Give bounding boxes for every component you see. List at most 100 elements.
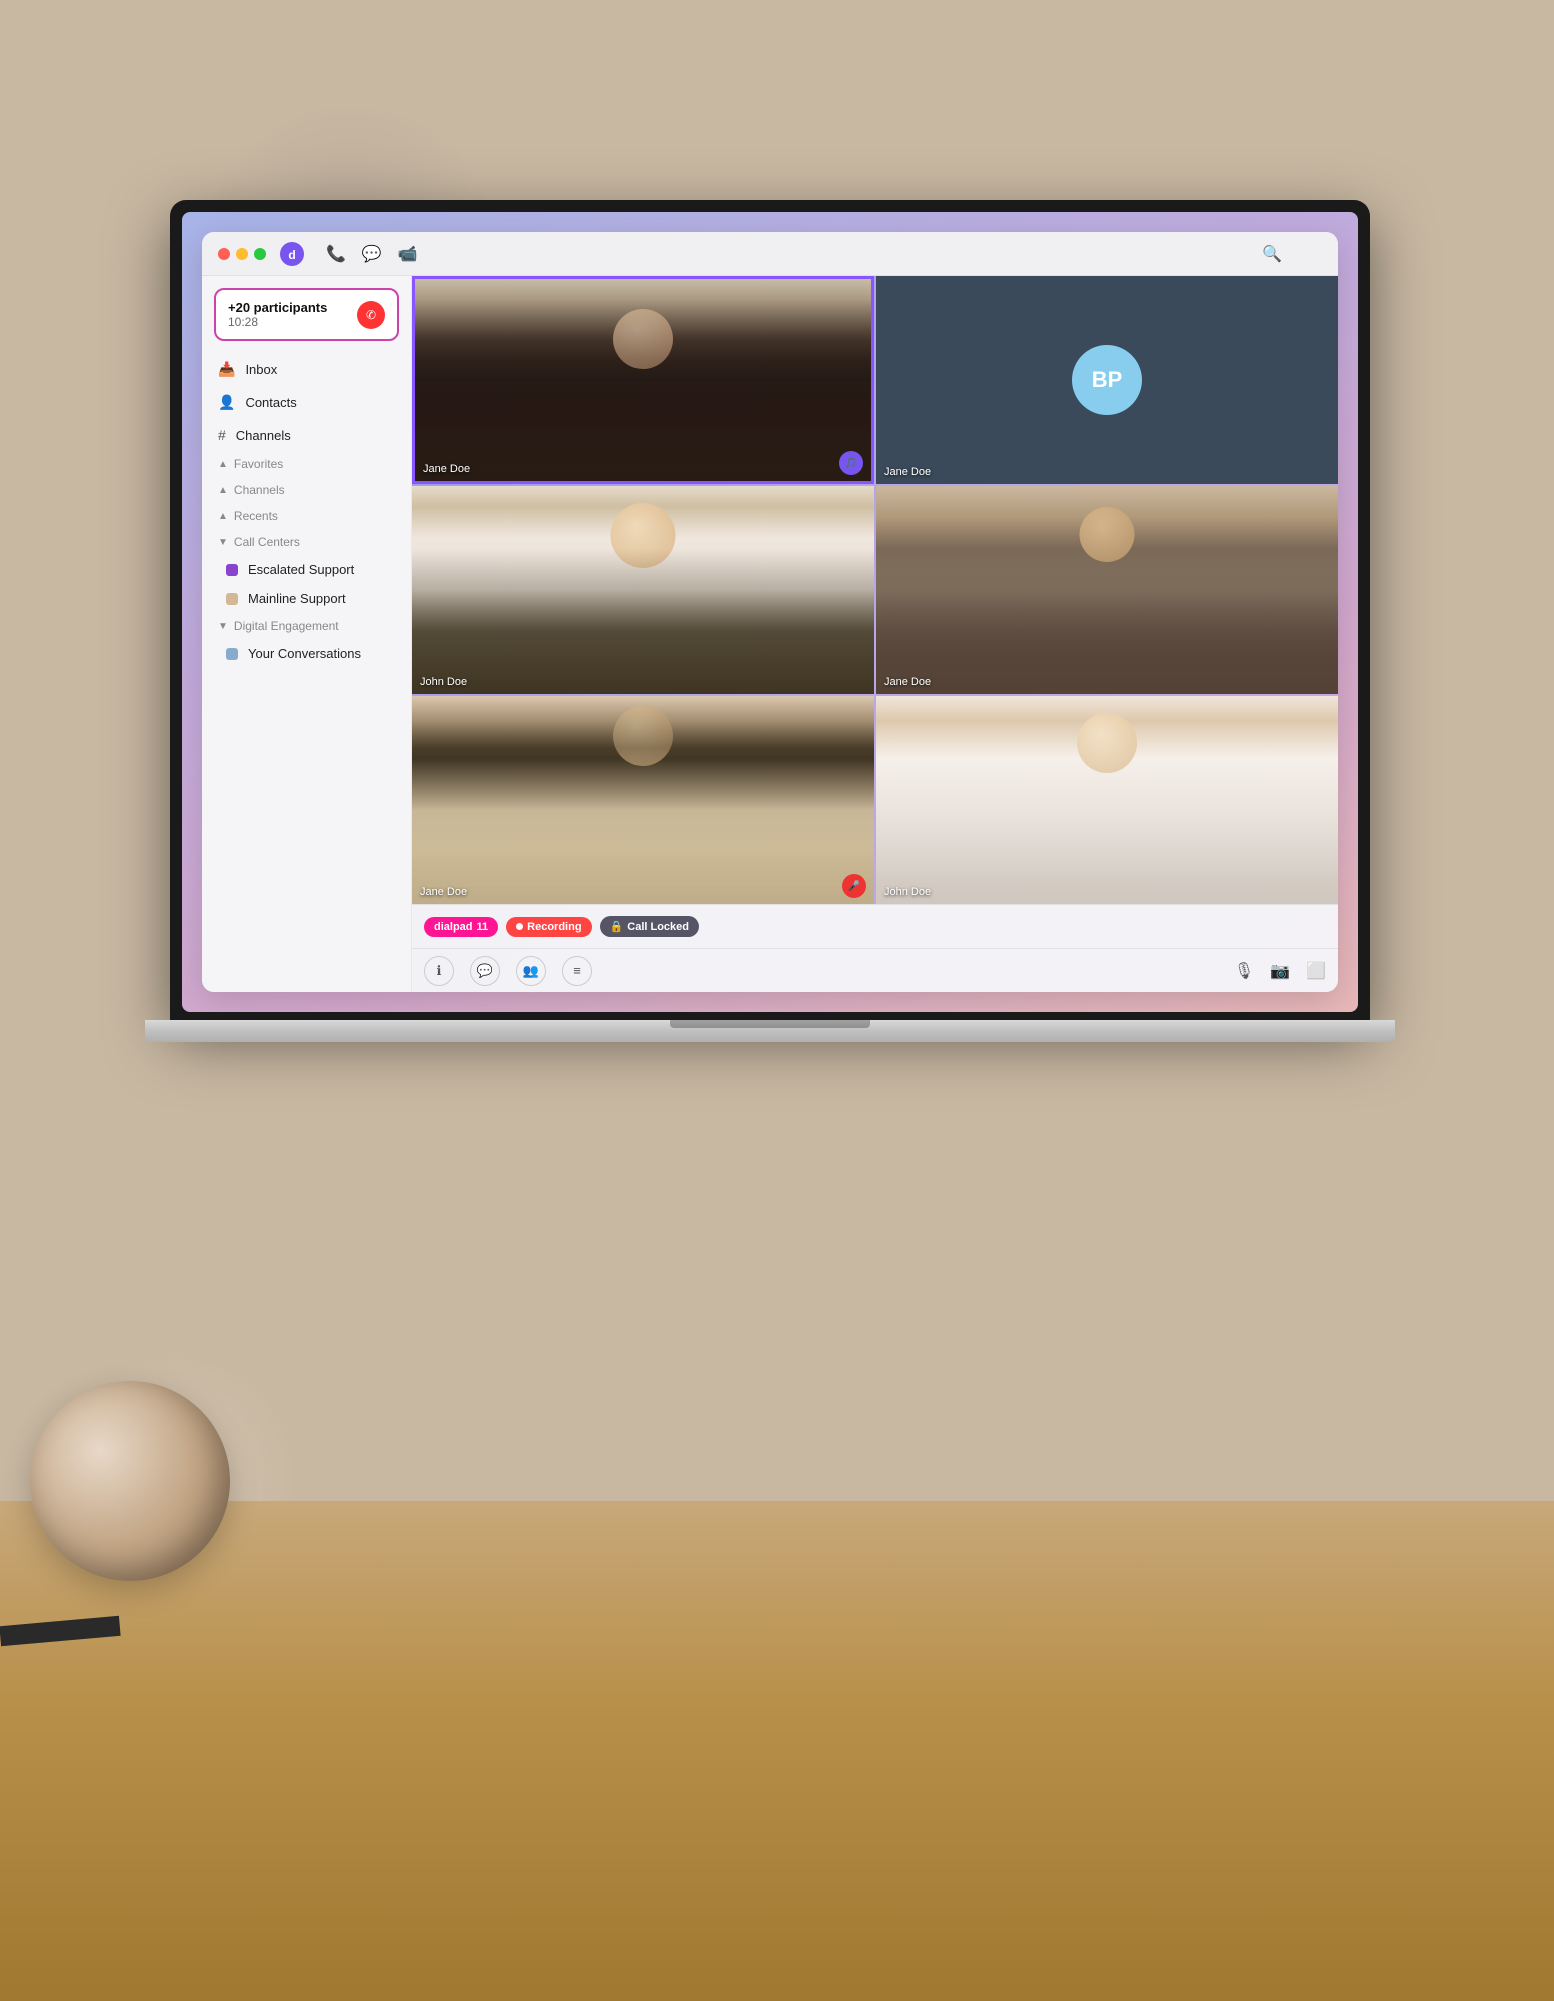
- lock-icon: 🔒: [610, 920, 624, 933]
- video-toggle-button[interactable]: 📷: [1270, 961, 1290, 981]
- bottom-toolbar: ℹ 💬 👥 ≡: [412, 948, 1338, 992]
- person-video-5: [412, 696, 874, 904]
- video-label-6: John Doe: [884, 886, 931, 898]
- video-tile-4[interactable]: Jane Doe: [876, 486, 1338, 694]
- recording-badge: Recording: [506, 917, 591, 937]
- laptop-hinge: [670, 1020, 870, 1028]
- person-video-4: [876, 486, 1338, 694]
- minimize-button[interactable]: [236, 248, 248, 260]
- sidebar-inbox-label: Inbox: [245, 362, 277, 377]
- search-icon[interactable]: 🔍: [1262, 244, 1282, 264]
- person-video-6: [876, 696, 1338, 904]
- hangup-button[interactable]: ✆: [357, 301, 385, 329]
- sidebar-item-channels[interactable]: # Channels: [202, 419, 411, 451]
- phone-hangup-icon: ✆: [366, 308, 376, 322]
- video-icon[interactable]: 📹: [398, 244, 418, 264]
- chevron-up-icon: ▲: [218, 459, 228, 470]
- video-label-3: John Doe: [420, 676, 467, 688]
- record-dot-icon: [516, 923, 523, 930]
- laptop-screen-bezel: d 📞 💬 📹 🔍: [170, 200, 1370, 1020]
- video-label-5: Jane Doe: [420, 886, 467, 898]
- call-participants-label: +20 participants: [228, 300, 357, 315]
- sidebar-item-escalated-support[interactable]: Escalated Support: [202, 555, 411, 584]
- title-bar-icons: 📞 💬 📹: [326, 244, 418, 264]
- sidebar-channels-label: Channels: [236, 428, 291, 443]
- settings-button[interactable]: ≡: [562, 956, 592, 986]
- maximize-button[interactable]: [254, 248, 266, 260]
- audio-active-icon: 🎵: [839, 451, 863, 475]
- participants-button[interactable]: 👥: [516, 956, 546, 986]
- person-avatar-2: BP: [876, 276, 1338, 484]
- video-label-1: Jane Doe: [423, 463, 470, 475]
- main-area: +20 participants 10:28 ✆ 📥 Inbox: [202, 276, 1338, 992]
- mute-icon: 🎤: [842, 874, 866, 898]
- screen-content: d 📞 💬 📹 🔍: [182, 212, 1358, 1012]
- mute-button[interactable]: 🎙: [1234, 961, 1254, 981]
- info-button[interactable]: ℹ: [424, 956, 454, 986]
- sidebar: +20 participants 10:28 ✆ 📥 Inbox: [202, 276, 412, 992]
- participants-icon: 👥: [523, 963, 539, 979]
- recording-label: Recording: [527, 921, 581, 933]
- chevron-up-icon-3: ▲: [218, 511, 228, 522]
- hash-icon: #: [218, 427, 226, 443]
- sidebar-item-your-conversations[interactable]: Your Conversations: [202, 639, 411, 668]
- app-window: d 📞 💬 📹 🔍: [202, 232, 1338, 992]
- channels-section-label: Channels: [234, 483, 285, 497]
- chat-icon[interactable]: 💬: [362, 244, 382, 264]
- status-bar: dialpad 11 Recording 🔒 Call Locked: [412, 904, 1338, 948]
- call-timer: 10:28: [228, 315, 357, 329]
- favorites-section[interactable]: ▲ Favorites: [202, 451, 411, 477]
- svg-text:d: d: [288, 248, 295, 262]
- video-grid: Jane Doe 🎵 BP Jane Doe: [412, 276, 1338, 904]
- sidebar-item-contacts[interactable]: 👤 Contacts: [202, 386, 411, 419]
- video-tile-3[interactable]: John Doe: [412, 486, 874, 694]
- mainline-support-dot: [226, 593, 238, 605]
- your-conversations-label: Your Conversations: [248, 646, 361, 661]
- sidebar-item-inbox[interactable]: 📥 Inbox: [202, 353, 411, 386]
- chevron-down-icon-2: ▼: [218, 621, 228, 632]
- active-call-card[interactable]: +20 participants 10:28 ✆: [214, 288, 399, 341]
- recents-section[interactable]: ▲ Recents: [202, 503, 411, 529]
- settings-icon: ≡: [573, 963, 581, 978]
- close-button[interactable]: [218, 248, 230, 260]
- video-area: Jane Doe 🎵 BP Jane Doe: [412, 276, 1338, 992]
- call-info: +20 participants 10:28: [228, 300, 357, 329]
- decorative-sphere: [30, 1381, 230, 1581]
- escalated-support-dot: [226, 564, 238, 576]
- video-label-4: Jane Doe: [884, 676, 931, 688]
- screen-share-button[interactable]: ⬜: [1306, 961, 1326, 981]
- sidebar-contacts-label: Contacts: [245, 395, 296, 410]
- dialpad-badge: dialpad 11: [424, 917, 498, 937]
- person-video-1: [415, 279, 871, 481]
- escalated-support-label: Escalated Support: [248, 562, 354, 577]
- video-tile-5[interactable]: Jane Doe 🎤: [412, 696, 874, 904]
- toolbar-left-group: ℹ 💬 👥 ≡: [424, 956, 592, 986]
- mainline-support-label: Mainline Support: [248, 591, 346, 606]
- call-centers-label: Call Centers: [234, 535, 300, 549]
- video-tile-6[interactable]: John Doe: [876, 696, 1338, 904]
- chevron-up-icon-2: ▲: [218, 485, 228, 496]
- recents-label: Recents: [234, 509, 278, 523]
- call-centers-section[interactable]: ▼ Call Centers: [202, 529, 411, 555]
- title-bar: d 📞 💬 📹 🔍: [202, 232, 1338, 276]
- inbox-icon: 📥: [218, 361, 235, 378]
- chat-button[interactable]: 💬: [470, 956, 500, 986]
- desk-surface: [0, 1501, 1554, 2001]
- phone-icon[interactable]: 📞: [326, 244, 346, 264]
- person-video-3: [412, 486, 874, 694]
- info-icon: ℹ: [437, 963, 442, 979]
- laptop: d 📞 💬 📹 🔍: [120, 200, 1420, 1042]
- digital-engagement-section[interactable]: ▼ Digital Engagement: [202, 613, 411, 639]
- your-conversations-dot: [226, 648, 238, 660]
- toolbar-right-group: 🎙 📷 ⬜: [1234, 961, 1326, 981]
- dialpad-badge-count: 11: [477, 921, 489, 933]
- video-label-2: Jane Doe: [884, 466, 931, 478]
- contacts-icon: 👤: [218, 394, 235, 411]
- video-tile-1[interactable]: Jane Doe 🎵: [412, 276, 874, 484]
- sidebar-item-mainline-support[interactable]: Mainline Support: [202, 584, 411, 613]
- digital-engagement-label: Digital Engagement: [234, 619, 339, 633]
- traffic-lights: [218, 248, 266, 260]
- video-tile-2[interactable]: BP Jane Doe: [876, 276, 1338, 484]
- channels-section[interactable]: ▲ Channels: [202, 477, 411, 503]
- avatar-bp: BP: [1072, 345, 1142, 415]
